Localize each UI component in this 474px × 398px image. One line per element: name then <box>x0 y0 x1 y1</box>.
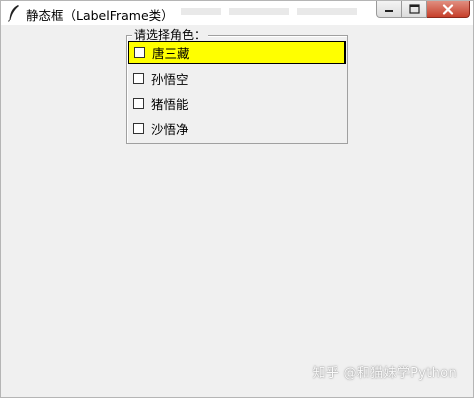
feather-icon <box>8 5 19 22</box>
checkbox-option-sha-wujing[interactable]: 沙悟净 <box>128 117 346 140</box>
option-label: 沙悟净 <box>151 122 189 137</box>
watermark: 知乎 @和猫妹学Python <box>312 366 457 381</box>
option-label: 猪悟能 <box>151 97 189 112</box>
role-labelframe: 请选择角色： 唐三藏 孙悟空 猪悟能 沙悟净 <box>126 27 348 144</box>
minimize-icon <box>385 10 393 12</box>
option-label: 唐三藏 <box>152 46 190 61</box>
background-window-tabs <box>181 8 357 15</box>
checkbox[interactable] <box>133 123 144 134</box>
checkbox-option-tang-sanzang[interactable]: 唐三藏 <box>128 41 346 64</box>
window-title: 静态框（LabelFrame类） <box>26 8 174 23</box>
checkbox[interactable] <box>133 98 144 109</box>
client-area: 请选择角色： 唐三藏 孙悟空 猪悟能 沙悟净 知乎 @和猫妹学Python <box>5 25 469 393</box>
maximize-icon <box>408 4 420 14</box>
maximize-button[interactable] <box>402 1 427 18</box>
checkbox[interactable] <box>134 47 145 58</box>
title-bar[interactable]: 静态框（LabelFrame类） <box>1 1 473 25</box>
close-button[interactable] <box>427 1 470 18</box>
checkbox-option-zhu-wuneng[interactable]: 猪悟能 <box>128 92 346 115</box>
caption-buttons <box>376 1 470 19</box>
option-label: 孙悟空 <box>151 72 189 87</box>
close-icon <box>442 3 454 15</box>
app-window: 静态框（LabelFrame类） 请选择角色： 唐三藏 孙悟空 猪悟能 沙悟净 … <box>0 0 474 398</box>
checkbox-option-sun-wukong[interactable]: 孙悟空 <box>128 67 346 90</box>
minimize-button[interactable] <box>376 1 402 18</box>
checkbox[interactable] <box>133 73 144 84</box>
